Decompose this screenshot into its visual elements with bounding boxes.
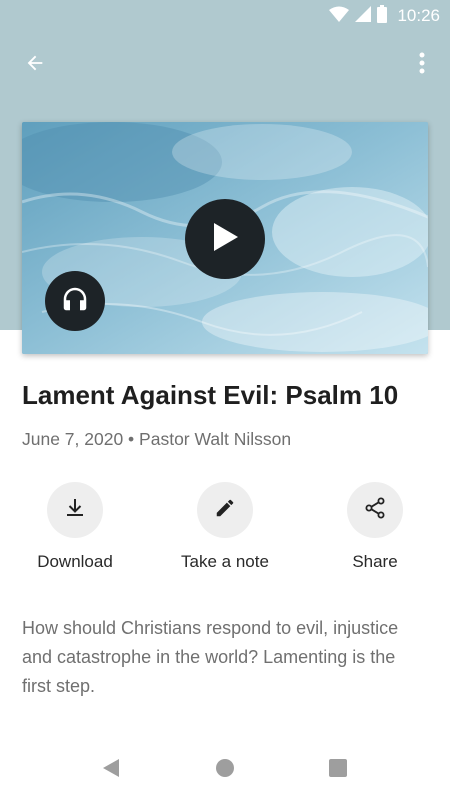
- arrow-back-icon: [24, 52, 46, 79]
- more-options-button[interactable]: [402, 45, 442, 85]
- share-button[interactable]: Share: [300, 482, 450, 582]
- sermon-meta: June 7, 2020 • Pastor Walt Nilsson: [22, 429, 292, 449]
- pencil-icon: [214, 497, 236, 524]
- download-circle: [47, 482, 103, 538]
- nav-home-icon: [215, 758, 235, 783]
- more-vert-icon: [419, 52, 425, 79]
- share-label: Share: [352, 552, 398, 571]
- download-button[interactable]: Download: [0, 482, 150, 582]
- status-time: 10:26: [397, 6, 440, 25]
- status-bar: 10:26: [0, 0, 450, 32]
- status-icons: 10:26: [329, 4, 440, 28]
- download-label: Download: [37, 552, 113, 571]
- download-icon: [63, 496, 87, 525]
- sermon-video-thumbnail[interactable]: [22, 122, 428, 354]
- nav-recents-icon: [329, 758, 347, 782]
- action-row: Download Take a note Share: [0, 482, 450, 582]
- nav-home-button[interactable]: [205, 750, 245, 790]
- wifi-icon: [329, 6, 350, 27]
- share-circle: [347, 482, 403, 538]
- back-button[interactable]: [15, 45, 55, 85]
- note-circle: [197, 482, 253, 538]
- take-note-label: Take a note: [181, 552, 269, 571]
- sermon-description: How should Christians respond to evil, i…: [22, 618, 399, 696]
- signal-icon: [355, 5, 372, 27]
- play-button[interactable]: [185, 199, 265, 279]
- take-note-button[interactable]: Take a note: [150, 482, 300, 582]
- app-bar: [0, 40, 450, 90]
- battery-icon: [377, 4, 388, 28]
- play-icon: [210, 221, 240, 258]
- nav-recents-button[interactable]: [318, 750, 358, 790]
- nav-back-button[interactable]: [91, 750, 131, 790]
- share-icon: [363, 496, 387, 525]
- nav-back-icon: [101, 757, 121, 784]
- listen-audio-button[interactable]: [45, 271, 105, 331]
- sermon-title: Lament Against Evil: Psalm 10: [22, 380, 399, 410]
- system-nav-bar: [0, 740, 450, 800]
- headphones-icon: [60, 284, 90, 319]
